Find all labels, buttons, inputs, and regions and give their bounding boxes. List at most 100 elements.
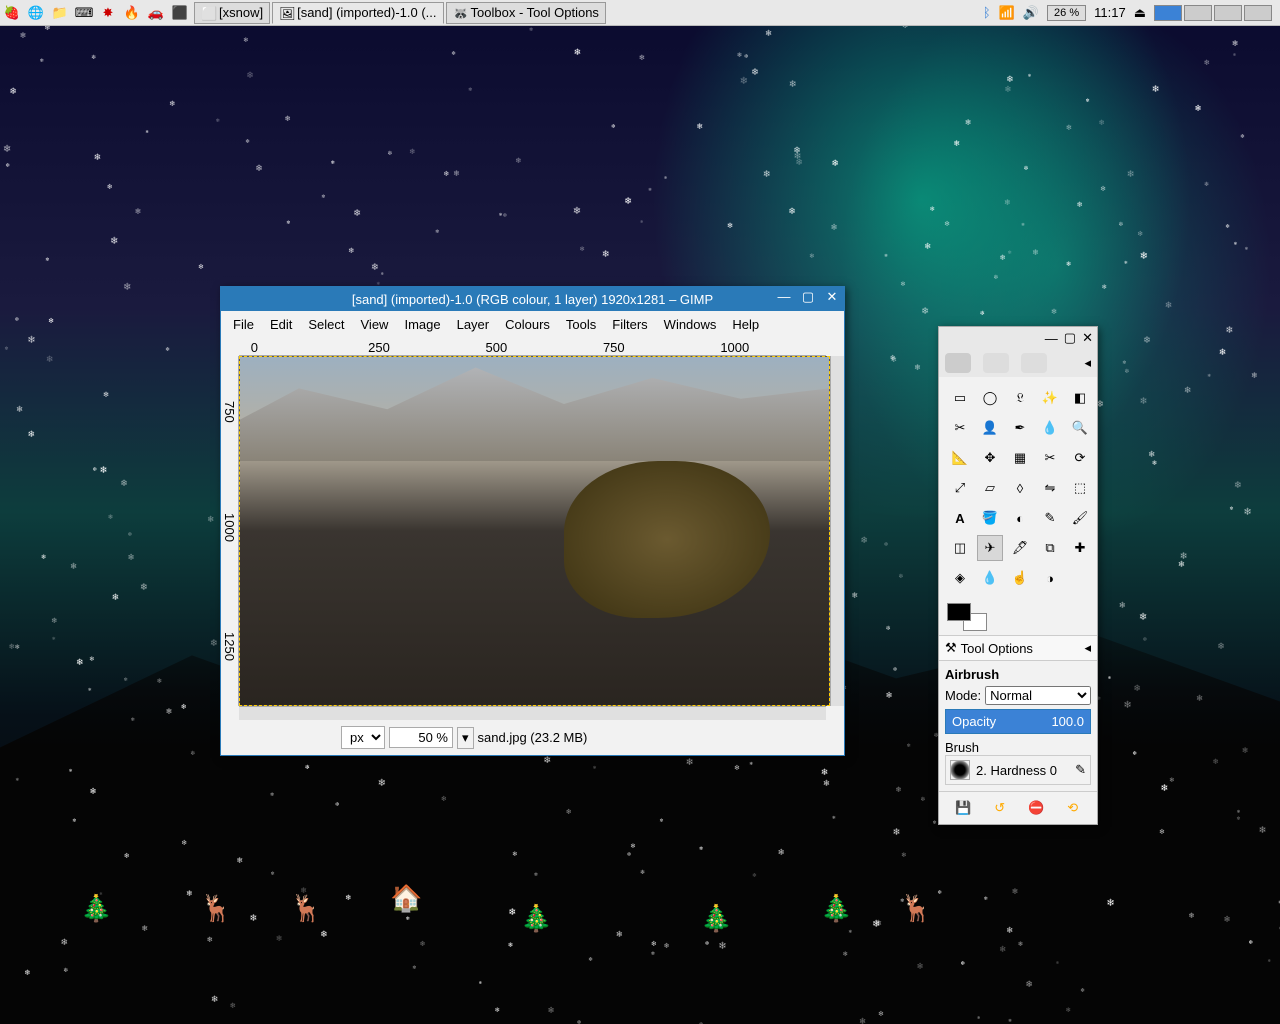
- maximize-button[interactable]: ▢: [800, 289, 816, 305]
- tool-scale[interactable]: ⤢: [947, 475, 973, 501]
- taskbar-task-gimp-toolbox[interactable]: 🦝Toolbox - Tool Options: [446, 2, 606, 24]
- tool-blur[interactable]: 💧: [977, 565, 1003, 591]
- brush-preview-icon: [950, 760, 970, 780]
- wifi-icon[interactable]: 📶: [999, 5, 1015, 21]
- menu-image[interactable]: Image: [398, 315, 446, 334]
- tool-align[interactable]: ▦: [1007, 445, 1033, 471]
- tool-perspective[interactable]: ◊: [1007, 475, 1033, 501]
- unit-select[interactable]: px: [341, 726, 385, 749]
- toolbox-tab[interactable]: [1021, 353, 1047, 373]
- close-button[interactable]: ✕: [1082, 330, 1093, 346]
- tool-eraser[interactable]: ◫: [947, 535, 973, 561]
- menu-edit[interactable]: Edit: [264, 315, 298, 334]
- eject-icon[interactable]: ⏏: [1134, 5, 1146, 21]
- tool-foreground-select[interactable]: 👤: [977, 415, 1003, 441]
- menu-colours[interactable]: Colours: [499, 315, 556, 334]
- tool-crop[interactable]: ✂: [1037, 445, 1063, 471]
- clock[interactable]: 11:17: [1094, 5, 1126, 20]
- tool-move[interactable]: ✥: [977, 445, 1003, 471]
- volume-icon[interactable]: 🔊: [1023, 5, 1039, 21]
- tool-smudge[interactable]: ☝: [1007, 565, 1033, 591]
- close-button[interactable]: ✕: [824, 289, 840, 305]
- minimize-button[interactable]: —: [776, 289, 792, 305]
- tool-clone[interactable]: ⧉: [1037, 535, 1063, 561]
- workspace-pager[interactable]: [1154, 5, 1272, 21]
- tool-rect-select[interactable]: ▭: [947, 385, 973, 411]
- mode-select[interactable]: Normal: [985, 686, 1091, 705]
- zoom-dropdown-icon[interactable]: ▾: [457, 727, 474, 749]
- tool-rotate[interactable]: ⟳: [1067, 445, 1093, 471]
- vertical-ruler[interactable]: 750 1000 1250: [221, 356, 239, 706]
- mode-label: Mode:: [945, 688, 981, 703]
- tool-ink[interactable]: 🖋: [1007, 535, 1033, 561]
- tool-text[interactable]: A: [947, 505, 973, 531]
- gimp-titlebar[interactable]: [sand] (imported)-1.0 (RGB colour, 1 lay…: [221, 287, 844, 311]
- menu-view[interactable]: View: [355, 315, 395, 334]
- vertical-scrollbar[interactable]: [830, 356, 844, 706]
- tool-blend[interactable]: ◐: [1007, 505, 1033, 531]
- web-browser-icon[interactable]: 🌐: [25, 2, 47, 24]
- maximize-button[interactable]: ▢: [1064, 330, 1076, 346]
- menu-filters[interactable]: Filters: [606, 315, 653, 334]
- reset-options-icon[interactable]: ⟲: [1063, 798, 1083, 818]
- brush-edit-icon[interactable]: ✎: [1075, 762, 1086, 778]
- restore-options-icon[interactable]: ↺: [990, 798, 1010, 818]
- tool-paintbrush[interactable]: 🖌: [1067, 505, 1093, 531]
- tool-fuzzy-select[interactable]: ✨: [1037, 385, 1063, 411]
- tool-flip[interactable]: ⇋: [1037, 475, 1063, 501]
- battery-indicator[interactable]: 26 %: [1047, 5, 1086, 21]
- tool-shear[interactable]: ▱: [977, 475, 1003, 501]
- tab-menu-icon[interactable]: ◂: [1084, 355, 1091, 371]
- menu-select[interactable]: Select: [302, 315, 350, 334]
- tool-grid: ▭◯𝔏✨◧✂👤✒💧🔍📐✥▦✂⟳⤢▱◊⇋⬚A🪣◐✎🖌◫✈🖋⧉✚◈💧☝◑: [939, 377, 1097, 599]
- gimp-statusbar: px ▾ sand.jpg (23.2 MB): [221, 720, 844, 755]
- taskbar-task-gimp-image[interactable]: 🖼[sand] (imported)-1.0 (...: [272, 2, 443, 24]
- tool-color-picker[interactable]: 💧: [1037, 415, 1063, 441]
- menu-windows[interactable]: Windows: [658, 315, 723, 334]
- tool-perspective-clone[interactable]: ◈: [947, 565, 973, 591]
- tool-bucket-fill[interactable]: 🪣: [977, 505, 1003, 531]
- zoom-input[interactable]: [389, 727, 453, 748]
- menu-tools[interactable]: Tools: [560, 315, 602, 334]
- app-icon[interactable]: ✸: [97, 2, 119, 24]
- menu-layer[interactable]: Layer: [451, 315, 496, 334]
- tool-scissors[interactable]: ✂: [947, 415, 973, 441]
- minimize-button[interactable]: —: [1045, 331, 1058, 346]
- tool-by-color-select[interactable]: ◧: [1067, 385, 1093, 411]
- xsnow-reindeer: 🦌: [200, 893, 232, 924]
- tool-paths[interactable]: ✒: [1007, 415, 1033, 441]
- horizontal-scrollbar[interactable]: [239, 706, 826, 720]
- taskbar: 🍓 🌐 📁 ⌨ ✸ 🔥 🚗 ⬛ ⬜[xsnow] 🖼[sand] (import…: [0, 0, 1280, 26]
- app-icon[interactable]: 🚗: [145, 2, 167, 24]
- menu-help[interactable]: Help: [726, 315, 765, 334]
- tool-dodge[interactable]: ◑: [1037, 565, 1063, 591]
- toolbox-tab[interactable]: [983, 353, 1009, 373]
- fg-bg-color[interactable]: [947, 603, 987, 631]
- tool-heal[interactable]: ✚: [1067, 535, 1093, 561]
- menu-file[interactable]: File: [227, 315, 260, 334]
- delete-options-icon[interactable]: ⛔: [1026, 798, 1046, 818]
- save-options-icon[interactable]: 💾: [953, 798, 973, 818]
- tool-free-select[interactable]: 𝔏: [1007, 385, 1033, 411]
- horizontal-ruler[interactable]: 0 250 500 750 1000: [239, 338, 826, 356]
- tool-zoom[interactable]: 🔍: [1067, 415, 1093, 441]
- bluetooth-icon[interactable]: ᛒ: [983, 5, 991, 20]
- brush-selector[interactable]: 2. Hardness 0 ✎: [945, 755, 1091, 785]
- tool-ellipse-select[interactable]: ◯: [977, 385, 1003, 411]
- tool-options-menu-icon[interactable]: ◂: [1084, 640, 1091, 656]
- tool-pencil[interactable]: ✎: [1037, 505, 1063, 531]
- taskbar-task-xsnow[interactable]: ⬜[xsnow]: [194, 2, 270, 24]
- app-icon[interactable]: ⬛: [169, 2, 191, 24]
- tool-airbrush[interactable]: ✈: [977, 535, 1003, 561]
- xsnow-tree: 🎄: [700, 903, 732, 934]
- toolbox-tab[interactable]: [945, 353, 971, 373]
- file-manager-icon[interactable]: 📁: [49, 2, 71, 24]
- opacity-slider[interactable]: Opacity100.0: [945, 709, 1091, 734]
- xsnow-tree: 🎄: [520, 903, 552, 934]
- tool-cage[interactable]: ⬚: [1067, 475, 1093, 501]
- app-icon[interactable]: 🔥: [121, 2, 143, 24]
- terminal-icon[interactable]: ⌨: [73, 2, 95, 24]
- image-canvas[interactable]: [239, 356, 830, 706]
- menu-raspberry-icon[interactable]: 🍓: [1, 2, 23, 24]
- tool-measure[interactable]: 📐: [947, 445, 973, 471]
